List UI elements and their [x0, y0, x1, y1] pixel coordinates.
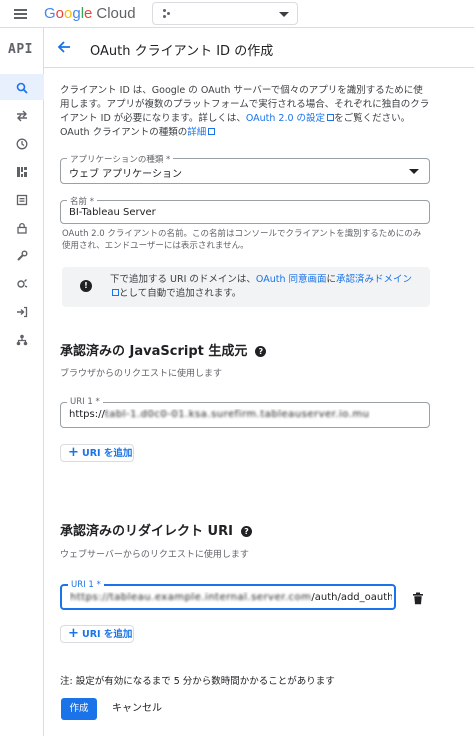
google-cloud-logo[interactable]: Google Cloud — [44, 5, 136, 22]
redirect-uris-subtitle: ウェブサーバーからのリクエストに使用します — [60, 550, 249, 560]
login-icon[interactable] — [0, 298, 44, 324]
intro-text: クライアント ID は、Google の OAuth サーバーで個々のアプリを識… — [60, 85, 430, 138]
settings-note: 注: 設定が有効になるまで 5 分から数時間かかることがあります — [60, 676, 335, 687]
chevron-down-icon — [279, 12, 289, 17]
project-dots-icon — [163, 9, 173, 19]
page-title: OAuth クライアント ID の作成 — [90, 44, 274, 59]
consent-screen-link[interactable]: OAuth 同意画面 — [256, 274, 327, 285]
menu-icon[interactable] — [12, 6, 30, 22]
cancel-button[interactable]: キャンセル — [106, 698, 168, 720]
page-header: OAuth クライアント ID の作成 — [44, 28, 474, 68]
js-origin-uri-value: https://tabl-1.d0c0-01.ksa.surefirm.tabl… — [69, 409, 370, 420]
js-origins-subtitle: ブラウザからのリクエストに使用します — [60, 369, 223, 379]
application-type-label: アプリケーションの種類 * — [67, 153, 174, 165]
help-icon[interactable]: ? — [240, 526, 252, 537]
help-icon[interactable]: ? — [255, 346, 267, 357]
name-help-text: OAuth 2.0 クライアントの名前。この名前はコンソールでクライアントを識別… — [62, 229, 422, 251]
sync-icon[interactable] — [0, 102, 44, 128]
redirect-uri-input[interactable]: URI 1 * https://tableau.example.internal… — [60, 580, 396, 610]
project-picker[interactable] — [152, 2, 298, 25]
back-arrow-icon[interactable] — [56, 39, 74, 57]
name-value: BI-Tableau Server — [69, 207, 156, 218]
hierarchy-icon[interactable] — [0, 326, 44, 352]
js-origins-title: 承認済みの JavaScript 生成元? — [60, 340, 267, 359]
application-type-select[interactable]: アプリケーションの種類 * ウェブ アプリケーション — [60, 153, 430, 184]
external-link-icon — [327, 114, 335, 121]
authorized-domains-link[interactable]: 承認済みドメイン — [336, 274, 412, 285]
dashboard-icon[interactable] — [0, 158, 44, 184]
dropdown-arrow-icon — [409, 169, 419, 174]
oauth-settings-link[interactable]: OAuth 2.0 の設定 — [246, 113, 325, 124]
redirect-uris-title: 承認済みのリダイレクト URI? — [60, 520, 252, 539]
add-js-origin-uri-button[interactable]: + URI を追加 — [60, 444, 134, 462]
info-text: 下で追加する URI のドメインは、OAuth 同意画面に承認済みドメインとして… — [110, 274, 413, 299]
top-bar: Google Cloud — [0, 0, 474, 28]
settings-icon[interactable] — [0, 270, 44, 296]
library-icon[interactable] — [0, 186, 44, 212]
redirect-uri-value: https://tableau.example.internal.server.… — [70, 592, 392, 603]
plus-icon: + — [68, 626, 79, 641]
name-field[interactable]: 名前 * BI-Tableau Server — [60, 195, 430, 224]
add-redirect-uri-button[interactable]: + URI を追加 — [60, 625, 134, 643]
details-link[interactable]: 詳細 — [187, 127, 206, 138]
left-nav-rail: API — [0, 28, 44, 736]
wrench-icon[interactable] — [0, 242, 44, 268]
history-icon[interactable] — [0, 130, 44, 156]
redirect-uri-label: URI 1 * — [68, 580, 104, 590]
name-label: 名前 * — [67, 195, 97, 207]
js-origin-uri-input[interactable]: URI 1 * https://tabl-1.d0c0-01.ksa.suref… — [60, 397, 430, 428]
plus-icon: + — [68, 445, 79, 460]
application-type-value: ウェブ アプリケーション — [69, 169, 182, 180]
external-link-icon — [208, 128, 216, 135]
search-icon[interactable] — [0, 74, 44, 100]
lock-icon[interactable] — [0, 214, 44, 240]
external-link-icon — [112, 289, 119, 296]
info-box: ! 下で追加する URI のドメインは、OAuth 同意画面に承認済みドメインと… — [62, 267, 430, 307]
trash-icon[interactable] — [412, 592, 424, 605]
info-icon: ! — [80, 280, 92, 292]
create-button[interactable]: 作成 — [61, 698, 97, 720]
api-title: API — [8, 42, 33, 57]
js-origin-uri-label: URI 1 * — [67, 397, 103, 407]
